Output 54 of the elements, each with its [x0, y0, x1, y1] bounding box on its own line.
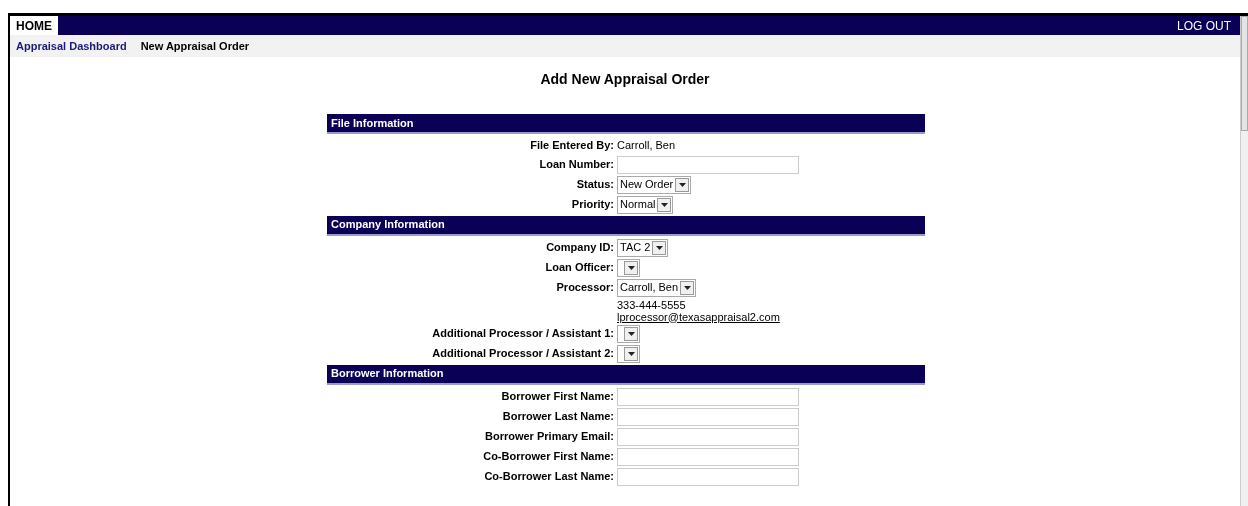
select-field[interactable]: TAC 2 — [617, 238, 669, 257]
select-field[interactable]: Normal — [617, 195, 674, 214]
field-label: Borrower Last Name: — [501, 409, 614, 425]
dropdown-button[interactable] — [624, 346, 638, 361]
field-label: Company ID: — [545, 240, 614, 256]
field-value: Carroll, Ben — [617, 138, 676, 153]
dropdown-button[interactable] — [680, 280, 695, 295]
text-field[interactable] — [617, 155, 799, 174]
select-field[interactable] — [617, 324, 640, 343]
section-header: Company Information — [327, 215, 925, 236]
caret-icon — [627, 265, 635, 270]
caret-icon — [660, 202, 668, 207]
select-field[interactable] — [617, 258, 640, 277]
phone-number: 333-444-5555 — [617, 298, 687, 311]
scrollbar[interactable] — [1240, 16, 1248, 506]
field-label: Co-Borrower First Name: — [482, 449, 614, 465]
breadcrumb-link[interactable]: New Appraisal Order — [140, 37, 250, 55]
dropdown-button[interactable] — [624, 260, 638, 275]
text-field[interactable] — [617, 427, 799, 446]
section-header: Borrower Information — [327, 364, 925, 385]
page-title: Add New Appraisal Order — [539, 70, 711, 89]
field-label: Processor: — [555, 280, 614, 296]
text-field[interactable] — [617, 467, 799, 486]
field-label: Loan Officer: — [544, 260, 614, 276]
caret-icon — [627, 351, 635, 356]
caret-icon — [627, 331, 635, 336]
home-tab[interactable]: HOME — [10, 16, 58, 35]
field-label: File Entered By: — [529, 138, 614, 153]
dropdown-button[interactable] — [652, 240, 667, 255]
field-label: Status: — [575, 177, 614, 193]
breadcrumb-link[interactable]: Appraisal Dashboard — [16, 37, 127, 55]
section-header: File Information — [327, 114, 925, 134]
select-field[interactable]: Carroll, Ben — [617, 278, 697, 297]
dropdown-button[interactable] — [675, 177, 690, 192]
scrollbar-thumb[interactable] — [1241, 16, 1248, 131]
caret-icon — [655, 245, 663, 250]
email-link[interactable]: lprocessor@texasappraisal2.com — [617, 310, 780, 323]
field-label: Borrower Primary Email: — [484, 429, 614, 445]
caret-icon — [678, 182, 686, 187]
select-field[interactable] — [617, 344, 640, 363]
dropdown-button[interactable] — [624, 326, 638, 341]
field-label: Additional Processor / Assistant 2: — [431, 346, 614, 362]
field-label: Additional Processor / Assistant 1: — [431, 326, 614, 342]
select-field[interactable]: New Order — [617, 175, 692, 194]
text-field[interactable] — [617, 447, 799, 466]
caret-icon — [683, 285, 691, 290]
logout-link[interactable]: LOG OUT — [1177, 16, 1231, 35]
text-field[interactable] — [617, 387, 799, 406]
field-label: Borrower First Name: — [500, 389, 614, 405]
text-field[interactable] — [617, 407, 799, 426]
field-label: Co-Borrower Last Name: — [483, 469, 614, 485]
dropdown-button[interactable] — [657, 197, 672, 212]
field-label: Loan Number: — [538, 157, 614, 173]
field-label: Priority: — [570, 197, 614, 213]
